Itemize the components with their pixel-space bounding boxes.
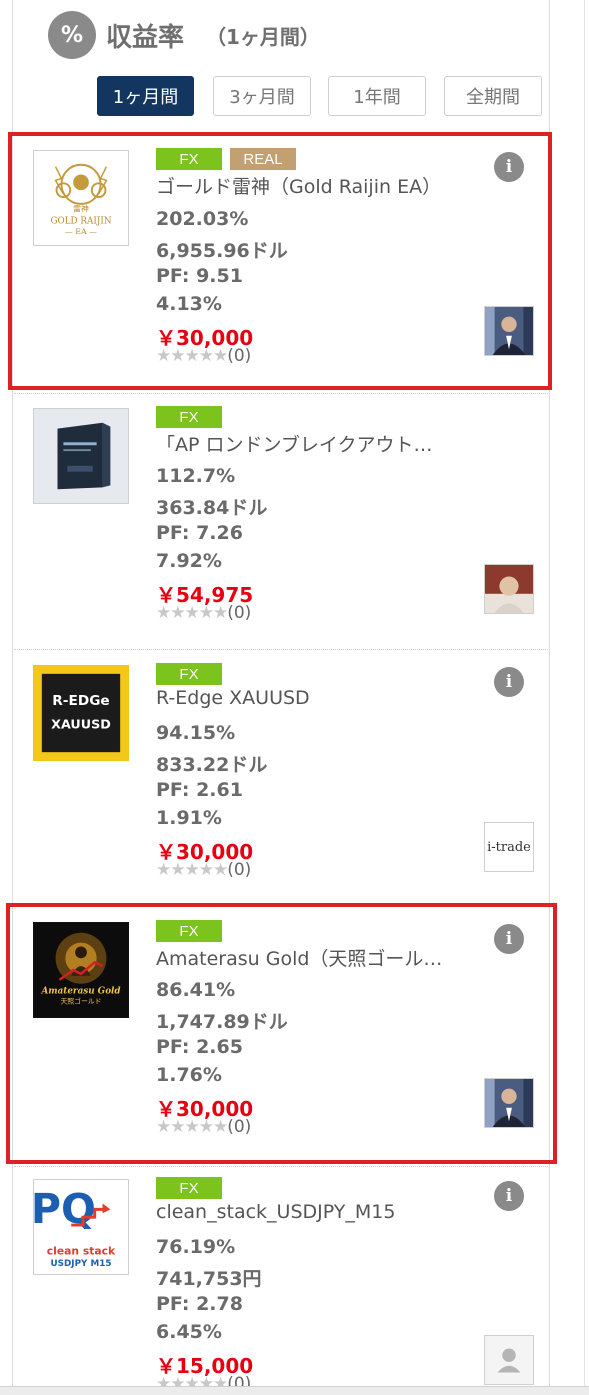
period-tabs: 1ヶ月間 3ヶ月間 1年間 全期間 <box>0 76 589 116</box>
fx-badge: FX <box>156 1177 222 1199</box>
seller-avatar[interactable] <box>484 1335 534 1385</box>
avatar-image <box>485 565 533 613</box>
profit-amount: 833.22ドル <box>156 754 268 776</box>
review-count: (0) <box>227 603 252 623</box>
product-name[interactable]: R-Edge XAUUSD <box>156 687 476 709</box>
product-thumbnail[interactable]: R-EDGe XAUUSD <box>33 665 129 761</box>
drawdown: 1.91% <box>156 807 222 829</box>
logo-text-top: R-EDGe <box>52 693 109 709</box>
profit-amount: 741,753円 <box>156 1268 262 1290</box>
section-title: 収益率 <box>106 22 185 53</box>
info-icon[interactable]: i <box>494 667 524 697</box>
review-count: (0) <box>227 860 252 880</box>
section-header: % 収益率 （1ヶ月間） <box>48 10 320 60</box>
star-rating-icon: ★★★★★ <box>156 860 228 880</box>
product-thumbnail[interactable]: PQ clean stack USDJPY M15 <box>33 1179 129 1275</box>
product-card[interactable]: R-EDGe XAUUSD FX R-Edge XAUUSD 94.15% 83… <box>14 651 548 908</box>
profit-factor: PF: 2.61 <box>156 779 243 801</box>
category-badges: FX <box>156 1177 222 1199</box>
info-icon[interactable]: i <box>494 1181 524 1211</box>
logo-brand-text: clean stack <box>47 1244 116 1257</box>
logo-sub-text: USDJPY M15 <box>51 1259 112 1269</box>
ap-london-breakout-box <box>34 409 128 503</box>
default-user-icon <box>485 1336 533 1384</box>
rating: ★★★★★ (0) <box>156 603 251 623</box>
category-badges: FX <box>156 406 222 428</box>
drawdown: 7.92% <box>156 550 222 572</box>
product-thumbnail[interactable] <box>33 408 129 504</box>
clean-stack-logo: PQ clean stack USDJPY M15 <box>34 1180 128 1274</box>
profit-factor: PF: 2.78 <box>156 1293 243 1315</box>
drawdown: 6.45% <box>156 1321 222 1343</box>
tab-3-months[interactable]: 3ヶ月間 <box>213 76 311 116</box>
r-edge-logo: R-EDGe XAUUSD <box>34 666 128 760</box>
profit-amount: 363.84ドル <box>156 497 268 519</box>
profit-factor: PF: 7.26 <box>156 522 243 544</box>
card-divider <box>14 649 548 650</box>
tab-1-month[interactable]: 1ヶ月間 <box>97 76 194 116</box>
horizontal-scrollbar[interactable] <box>0 1386 589 1395</box>
tab-1-year[interactable]: 1年間 <box>328 76 426 116</box>
logo-text-bottom: XAUUSD <box>51 717 111 732</box>
product-card[interactable]: PQ clean stack USDJPY M15 FX clean_stack… <box>14 1165 548 1395</box>
category-badges: FX <box>156 663 222 685</box>
logo-mark-text: PQ <box>34 1185 96 1233</box>
highlight-frame <box>8 132 552 390</box>
return-rate: 94.15% <box>156 722 236 744</box>
product-name[interactable]: 「AP ロンドンブレイクアウト… <box>156 430 476 457</box>
rating: ★★★★★ (0) <box>156 860 251 880</box>
star-rating-icon: ★★★★★ <box>156 603 228 623</box>
percent-icon: % <box>48 11 96 59</box>
seller-avatar[interactable] <box>484 564 534 614</box>
fx-badge: FX <box>156 663 222 685</box>
section-period: （1ヶ月間） <box>206 24 320 49</box>
product-card[interactable]: FX 「AP ロンドンブレイクアウト… 112.7% 363.84ドル PF: … <box>14 394 548 651</box>
return-rate: 112.7% <box>156 465 236 487</box>
seller-avatar[interactable]: i-trade <box>484 822 534 872</box>
fx-badge: FX <box>156 406 222 428</box>
return-rate: 76.19% <box>156 1236 236 1258</box>
tab-all-time[interactable]: 全期間 <box>444 76 542 116</box>
product-name[interactable]: clean_stack_USDJPY_M15 <box>156 1201 476 1223</box>
highlight-frame <box>6 903 557 1164</box>
neighbor-frame <box>584 0 585 1395</box>
